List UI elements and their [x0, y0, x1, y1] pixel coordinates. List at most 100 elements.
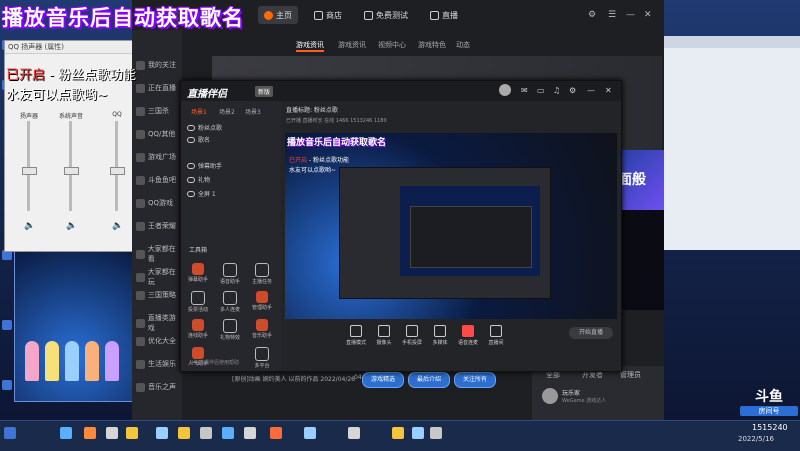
taskbar-app-icon[interactable]	[178, 427, 190, 439]
start-icon[interactable]	[4, 427, 16, 439]
avatar[interactable]	[542, 388, 558, 404]
taskbar-app-icon[interactable]	[84, 427, 96, 439]
close-icon[interactable]: ✕	[644, 10, 652, 20]
taskbar-app-icon[interactable]	[412, 427, 424, 439]
room-button[interactable]: 直播间	[481, 325, 511, 346]
taskbar-app-icon[interactable]	[222, 427, 234, 439]
tab-free-test[interactable]: 免费测试	[358, 6, 414, 24]
minimize-icon[interactable]: —	[587, 86, 595, 95]
volume-slider-knob[interactable]	[64, 167, 79, 176]
volume-slider-knob[interactable]	[22, 167, 37, 176]
eye-icon[interactable]	[187, 124, 195, 131]
nav-item[interactable]: 游戏特色	[418, 40, 446, 50]
message-icon[interactable]: ✉	[521, 86, 528, 95]
tab-live[interactable]: 直播	[424, 6, 464, 24]
taskbar-app-icon[interactable]	[348, 427, 360, 439]
desktop-app-icon[interactable]	[2, 320, 12, 330]
taskbar-app-icon[interactable]	[200, 427, 212, 439]
tab-scene-3[interactable]: 场景3	[245, 107, 261, 116]
media-button[interactable]: 多媒体	[425, 325, 455, 346]
tool-button[interactable]: 多人连麦	[215, 291, 245, 313]
tab-home[interactable]: 主页	[258, 6, 298, 24]
tool-button[interactable]: 语音助手	[215, 263, 245, 285]
settings-icon[interactable]: ⚙	[588, 10, 596, 20]
taskbar-app-icon[interactable]	[126, 427, 138, 439]
speaker-icon[interactable]: 🔈	[66, 221, 77, 231]
pill-button[interactable]: 关注所有	[454, 372, 496, 388]
sidebar-item[interactable]: QQ/其他	[136, 129, 175, 139]
sidebar-item[interactable]: 游戏广场	[136, 152, 176, 162]
menu-icon[interactable]: ☰	[608, 10, 616, 20]
sidebar-item[interactable]: 生活娱乐	[136, 359, 176, 369]
tool-button[interactable]: 弹幕助手	[183, 263, 213, 283]
sidebar-item[interactable]: 优化大全	[136, 336, 176, 346]
sidebar-item[interactable]: 三国策略	[136, 290, 176, 300]
taskbar-app-icon[interactable]	[244, 427, 256, 439]
speaker-icon[interactable]: 🔈	[24, 221, 35, 231]
tool-button[interactable]: 礼物特效	[215, 319, 245, 341]
taskbar-app-icon[interactable]	[304, 427, 316, 439]
eye-icon[interactable]	[187, 190, 195, 197]
pill-button[interactable]: 游戏精选	[362, 372, 404, 388]
layer-item[interactable]: 全屏 1	[187, 189, 216, 198]
phone-cast-button[interactable]: 手机投屏	[397, 325, 427, 346]
screen-icon[interactable]: ▭	[537, 86, 545, 95]
sidebar-item[interactable]: 音乐之声	[136, 382, 176, 392]
nav-item[interactable]: 游戏资讯	[338, 40, 366, 50]
taskbar-app-icon[interactable]	[156, 427, 168, 439]
taskbar-app-icon[interactable]	[106, 427, 118, 439]
eye-icon[interactable]	[187, 176, 195, 183]
taskbar-app-icon[interactable]	[270, 427, 282, 439]
mode-button[interactable]: 直播模式	[341, 325, 371, 346]
sidebar-item[interactable]: 三国杀	[136, 106, 169, 116]
taskbar-app-icon[interactable]	[60, 427, 72, 439]
mic-button[interactable]: 语音连麦	[453, 325, 483, 346]
sidebar-item[interactable]: QQ游戏	[136, 198, 173, 208]
close-icon[interactable]: ✕	[605, 86, 612, 95]
tool-button[interactable]: 音乐助手	[247, 319, 277, 339]
bell-icon[interactable]: ♫	[553, 86, 560, 95]
tab-shop[interactable]: 商店	[308, 6, 348, 24]
settings-icon[interactable]: ⚙	[569, 86, 576, 95]
search-input[interactable]: 搜索全网	[138, 12, 216, 24]
sidebar-item[interactable]: 我的关注	[136, 60, 176, 70]
tool-button[interactable]: 投票活动	[183, 291, 213, 313]
speaker-icon[interactable]: 🔈	[112, 221, 123, 231]
sidebar-item[interactable]: 直播类游戏	[136, 313, 182, 333]
sidebar-item[interactable]: 王者荣耀	[136, 221, 176, 231]
minimize-icon[interactable]: —	[626, 10, 635, 20]
nav-item[interactable]: 视频中心	[378, 40, 406, 50]
layer-item[interactable]: 粉丝点歌	[187, 123, 222, 132]
layer-item[interactable]: 歌名	[187, 135, 210, 144]
nav-item[interactable]: 游戏资讯	[296, 40, 324, 52]
tab-scene-1[interactable]: 场景1	[191, 107, 207, 116]
sidebar-item[interactable]: 大家都在玩	[136, 267, 182, 287]
desktop-app-icon[interactable]	[2, 380, 12, 390]
sidebar-item[interactable]: 斗鱼鱼吧	[136, 175, 176, 185]
help-link[interactable]: 斗鱼直播伴侣使用帮助	[189, 359, 239, 366]
volume-track[interactable]	[27, 121, 30, 211]
taskbar-app-icon[interactable]	[430, 427, 442, 439]
sidebar-item[interactable]: 正在直播	[136, 83, 176, 93]
tab-scene-2[interactable]: 场景2	[219, 107, 235, 116]
avatar[interactable]	[499, 84, 511, 96]
tool-button[interactable]: 管理助手	[247, 291, 277, 311]
start-stream-button[interactable]: 开始直播	[569, 327, 613, 339]
camera-button[interactable]: 摄像头	[369, 325, 399, 346]
clock-date[interactable]: 2022/5/16	[738, 435, 774, 443]
tool-button[interactable]: 连线助手	[183, 319, 213, 339]
volume-track[interactable]	[115, 121, 118, 211]
eye-icon[interactable]	[187, 136, 195, 143]
pill-button[interactable]: 最后介绍	[408, 372, 450, 388]
nav-item[interactable]: 动态	[456, 40, 470, 50]
volume-slider-knob[interactable]	[110, 167, 125, 176]
sidebar-item[interactable]: 大家都在看	[136, 244, 182, 264]
tab-admin[interactable]: 管理员	[620, 370, 641, 380]
taskbar-app-icon[interactable]	[392, 427, 404, 439]
eye-icon[interactable]	[187, 162, 195, 169]
layer-item[interactable]: 弹幕助手	[187, 161, 222, 170]
layer-item[interactable]: 礼物	[187, 175, 210, 184]
volume-track[interactable]	[69, 121, 72, 211]
tool-button[interactable]: 主播任务	[247, 263, 277, 285]
tool-button[interactable]: 多平台	[247, 347, 277, 369]
